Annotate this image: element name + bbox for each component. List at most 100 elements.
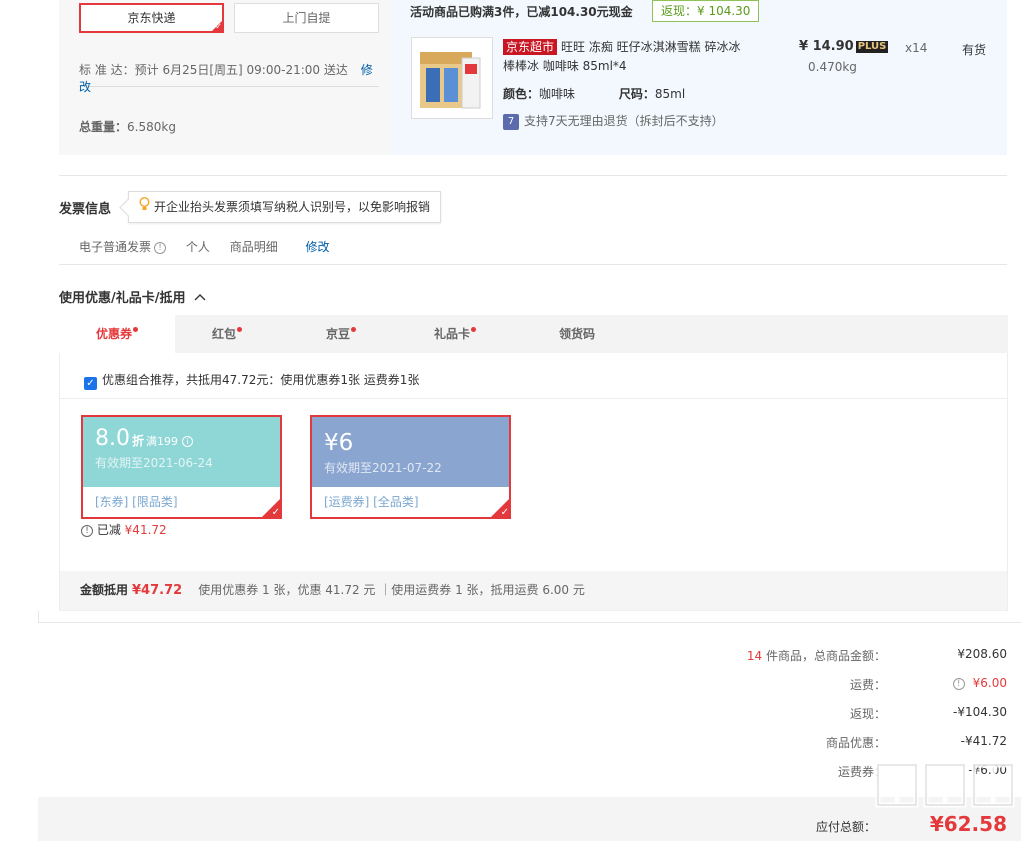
lightbulb-icon xyxy=(139,192,150,222)
tab-coupon[interactable]: 优惠券 xyxy=(59,315,175,353)
coupon-summary: 金额抵用 ¥47.72 使用优惠券 1 张，优惠 41.72 元 ｜使用运费券 1 … xyxy=(60,571,1007,610)
promo-title: 活动商品已购满3件，已减104.30元现金 xyxy=(410,5,633,19)
tab-jd-bean[interactable]: 京豆 xyxy=(295,315,387,353)
total-weight: 总重量：6.580kg xyxy=(79,118,176,135)
info-icon[interactable]: i xyxy=(181,436,193,447)
goods-count: 14 xyxy=(746,649,763,663)
product-quantity: x14 xyxy=(905,41,928,55)
new-dot-icon xyxy=(133,327,138,332)
warning-icon: ! xyxy=(81,525,93,537)
tab-red-packet[interactable]: 红包 xyxy=(175,315,279,353)
info-icon[interactable]: ! xyxy=(154,242,167,254)
jd-express-button[interactable]: 京东快递 ✓ xyxy=(79,3,224,33)
checkbox-checked-icon[interactable]: ✓ xyxy=(84,377,97,390)
invoice-type: 电子普通发票! xyxy=(79,240,167,254)
new-dot-icon xyxy=(471,327,476,332)
selected-check-icon: ✓ xyxy=(211,20,223,32)
product-attributes: 颜色：咖啡味 尺码：85ml xyxy=(503,85,685,102)
weight-value: 6.580kg xyxy=(127,120,176,134)
coupon-amount: 8.0 xyxy=(95,426,130,451)
delivery-row: 标 准 达：预计 6月25日[周五] 09:00-21:00 送达 修改 xyxy=(79,61,379,94)
coupon-section-title[interactable]: 使用优惠/礼品卡/抵用 xyxy=(59,287,206,306)
size-value: 85ml xyxy=(654,87,686,101)
chevron-up-icon xyxy=(194,290,206,305)
reduced-value: ¥41.72 xyxy=(124,523,167,537)
watermark-logo xyxy=(870,755,1021,841)
freight-value: ¥6.00 xyxy=(972,676,1007,690)
divider xyxy=(59,264,1007,265)
goods-total-text: 件商品，总商品金额： xyxy=(765,649,886,663)
summary-detail: 使用优惠券 1 张，优惠 41.72 元 ｜使用运费券 1 张，抵用运费 6.0… xyxy=(198,583,585,597)
divider xyxy=(38,622,1021,623)
combo-recommend-text: 优惠组合推荐，共抵用47.72元：使用优惠券1张 运费券1张 xyxy=(102,373,420,387)
discount-label: 商品优惠： xyxy=(825,736,886,750)
warning-icon[interactable]: ! xyxy=(952,678,965,690)
coupon-section-label: 使用优惠/礼品卡/抵用 xyxy=(59,291,186,306)
product-weight: 0.470kg xyxy=(808,60,857,74)
jd-supermarket-tag: 京东超市 xyxy=(503,39,558,55)
summary-amount: ¥47.72 xyxy=(132,583,183,598)
color-value: 咖啡味 xyxy=(539,87,576,101)
reduced-label: 已减 xyxy=(96,523,121,537)
jd-express-label: 京东快递 xyxy=(127,11,176,25)
tab-redeem-code-label: 领货码 xyxy=(558,327,595,341)
return-policy: 7 支持7天无理由退货（拆封后不支持） xyxy=(503,112,724,130)
coupon-condition: 满199 xyxy=(146,435,179,448)
divider xyxy=(59,175,1007,176)
coupon-unit: 折 xyxy=(132,434,145,448)
invoice-holder: 个人 xyxy=(185,240,210,254)
color-label: 颜色： xyxy=(503,87,540,101)
plus-badge: PLUS xyxy=(855,40,889,53)
return-policy-icon: 7 xyxy=(503,113,519,130)
new-dot-icon xyxy=(351,327,356,332)
freight-label: 运费： xyxy=(849,678,886,692)
ice-cream-box-icon xyxy=(420,52,481,109)
cashback-value: -¥104.30 xyxy=(953,705,1007,719)
invoice-details: 电子普通发票! 个人 商品明细 修改 xyxy=(79,238,346,255)
invoice-content: 商品明细 xyxy=(229,240,278,254)
new-dot-icon xyxy=(237,327,242,332)
return-policy-text: 支持7天无理由退货（拆封后不支持） xyxy=(524,114,724,128)
coupon-reduced: ! 已减 ¥41.72 xyxy=(81,521,167,538)
payable-label: 应付总额： xyxy=(815,820,876,834)
selected-check-icon: ✓ xyxy=(489,497,511,519)
tab-redeem-code[interactable]: 领货码 xyxy=(523,315,631,353)
coupon-tags: [运费券] [全品类] xyxy=(324,495,419,509)
coupon-expiry: 有效期至2021-07-22 xyxy=(324,461,442,475)
coupon-amount: ¥6 xyxy=(324,430,354,456)
summary-label: 金额抵用 xyxy=(80,583,129,597)
price-value: ¥ 14.90 xyxy=(799,39,854,54)
delivery-estimate: 预计 6月25日[周五] 09:00-21:00 送达 xyxy=(134,63,348,77)
combo-recommend[interactable]: ✓ 优惠组合推荐，共抵用47.72元：使用优惠券1张 运费券1张 xyxy=(84,371,419,390)
goods-total-value: ¥208.60 xyxy=(957,647,1007,661)
product-title[interactable]: 京东超市 旺旺 冻痴 旺仔冰淇淋雪糕 碎冰冰 棒棒冰 咖啡味 85ml*4 xyxy=(503,38,753,76)
product-price: ¥ 14.90 PLUS xyxy=(799,39,889,54)
tab-gift-card-label: 礼品卡 xyxy=(433,327,470,341)
freight-coupon-card[interactable]: ¥6 有效期至2021-07-22 [运费券] [全品类] ✓ xyxy=(310,415,511,519)
discount-coupon-card[interactable]: 8.0 折满199 i 有效期至2021-06-24 [东券] [限品类] ✓ xyxy=(81,415,282,519)
tab-red-packet-label: 红包 xyxy=(211,327,236,341)
cashback-label: 返现： xyxy=(849,707,886,721)
coupon-tags: [东券] [限品类] xyxy=(95,495,178,509)
stock-status: 有货 xyxy=(962,43,987,57)
selected-check-icon: ✓ xyxy=(260,497,282,519)
invoice-edit-link[interactable]: 修改 xyxy=(306,240,330,254)
tab-coupon-label: 优惠券 xyxy=(95,327,132,341)
divider xyxy=(60,398,1007,399)
weight-label: 总重量： xyxy=(79,120,128,134)
invoice-title: 发票信息 xyxy=(59,202,112,217)
tab-gift-card[interactable]: 礼品卡 xyxy=(407,315,503,353)
self-pickup-label: 上门自提 xyxy=(282,11,331,25)
discount-value: -¥41.72 xyxy=(960,734,1007,748)
invoice-tip: 开企业抬头发票须填写纳税人识别号，以免影响报销 xyxy=(128,191,442,223)
coupon-expiry: 有效期至2021-06-24 xyxy=(95,456,213,470)
tab-jd-bean-label: 京豆 xyxy=(325,327,350,341)
self-pickup-button[interactable]: 上门自提 xyxy=(234,3,379,33)
size-label: 尺码： xyxy=(618,87,655,101)
coupon-face: ¥6 有效期至2021-07-22 xyxy=(312,417,509,487)
delivery-label: 标 准 达： xyxy=(79,63,135,77)
goods-total-label: 14 件商品，总商品金额： xyxy=(747,647,886,664)
invoice-tip-text: 开企业抬头发票须填写纳税人识别号，以免影响报销 xyxy=(154,200,431,214)
product-image[interactable] xyxy=(411,37,493,119)
coupon-tabs: 优惠券 红包 京豆 礼品卡 领货码 xyxy=(59,315,1008,353)
